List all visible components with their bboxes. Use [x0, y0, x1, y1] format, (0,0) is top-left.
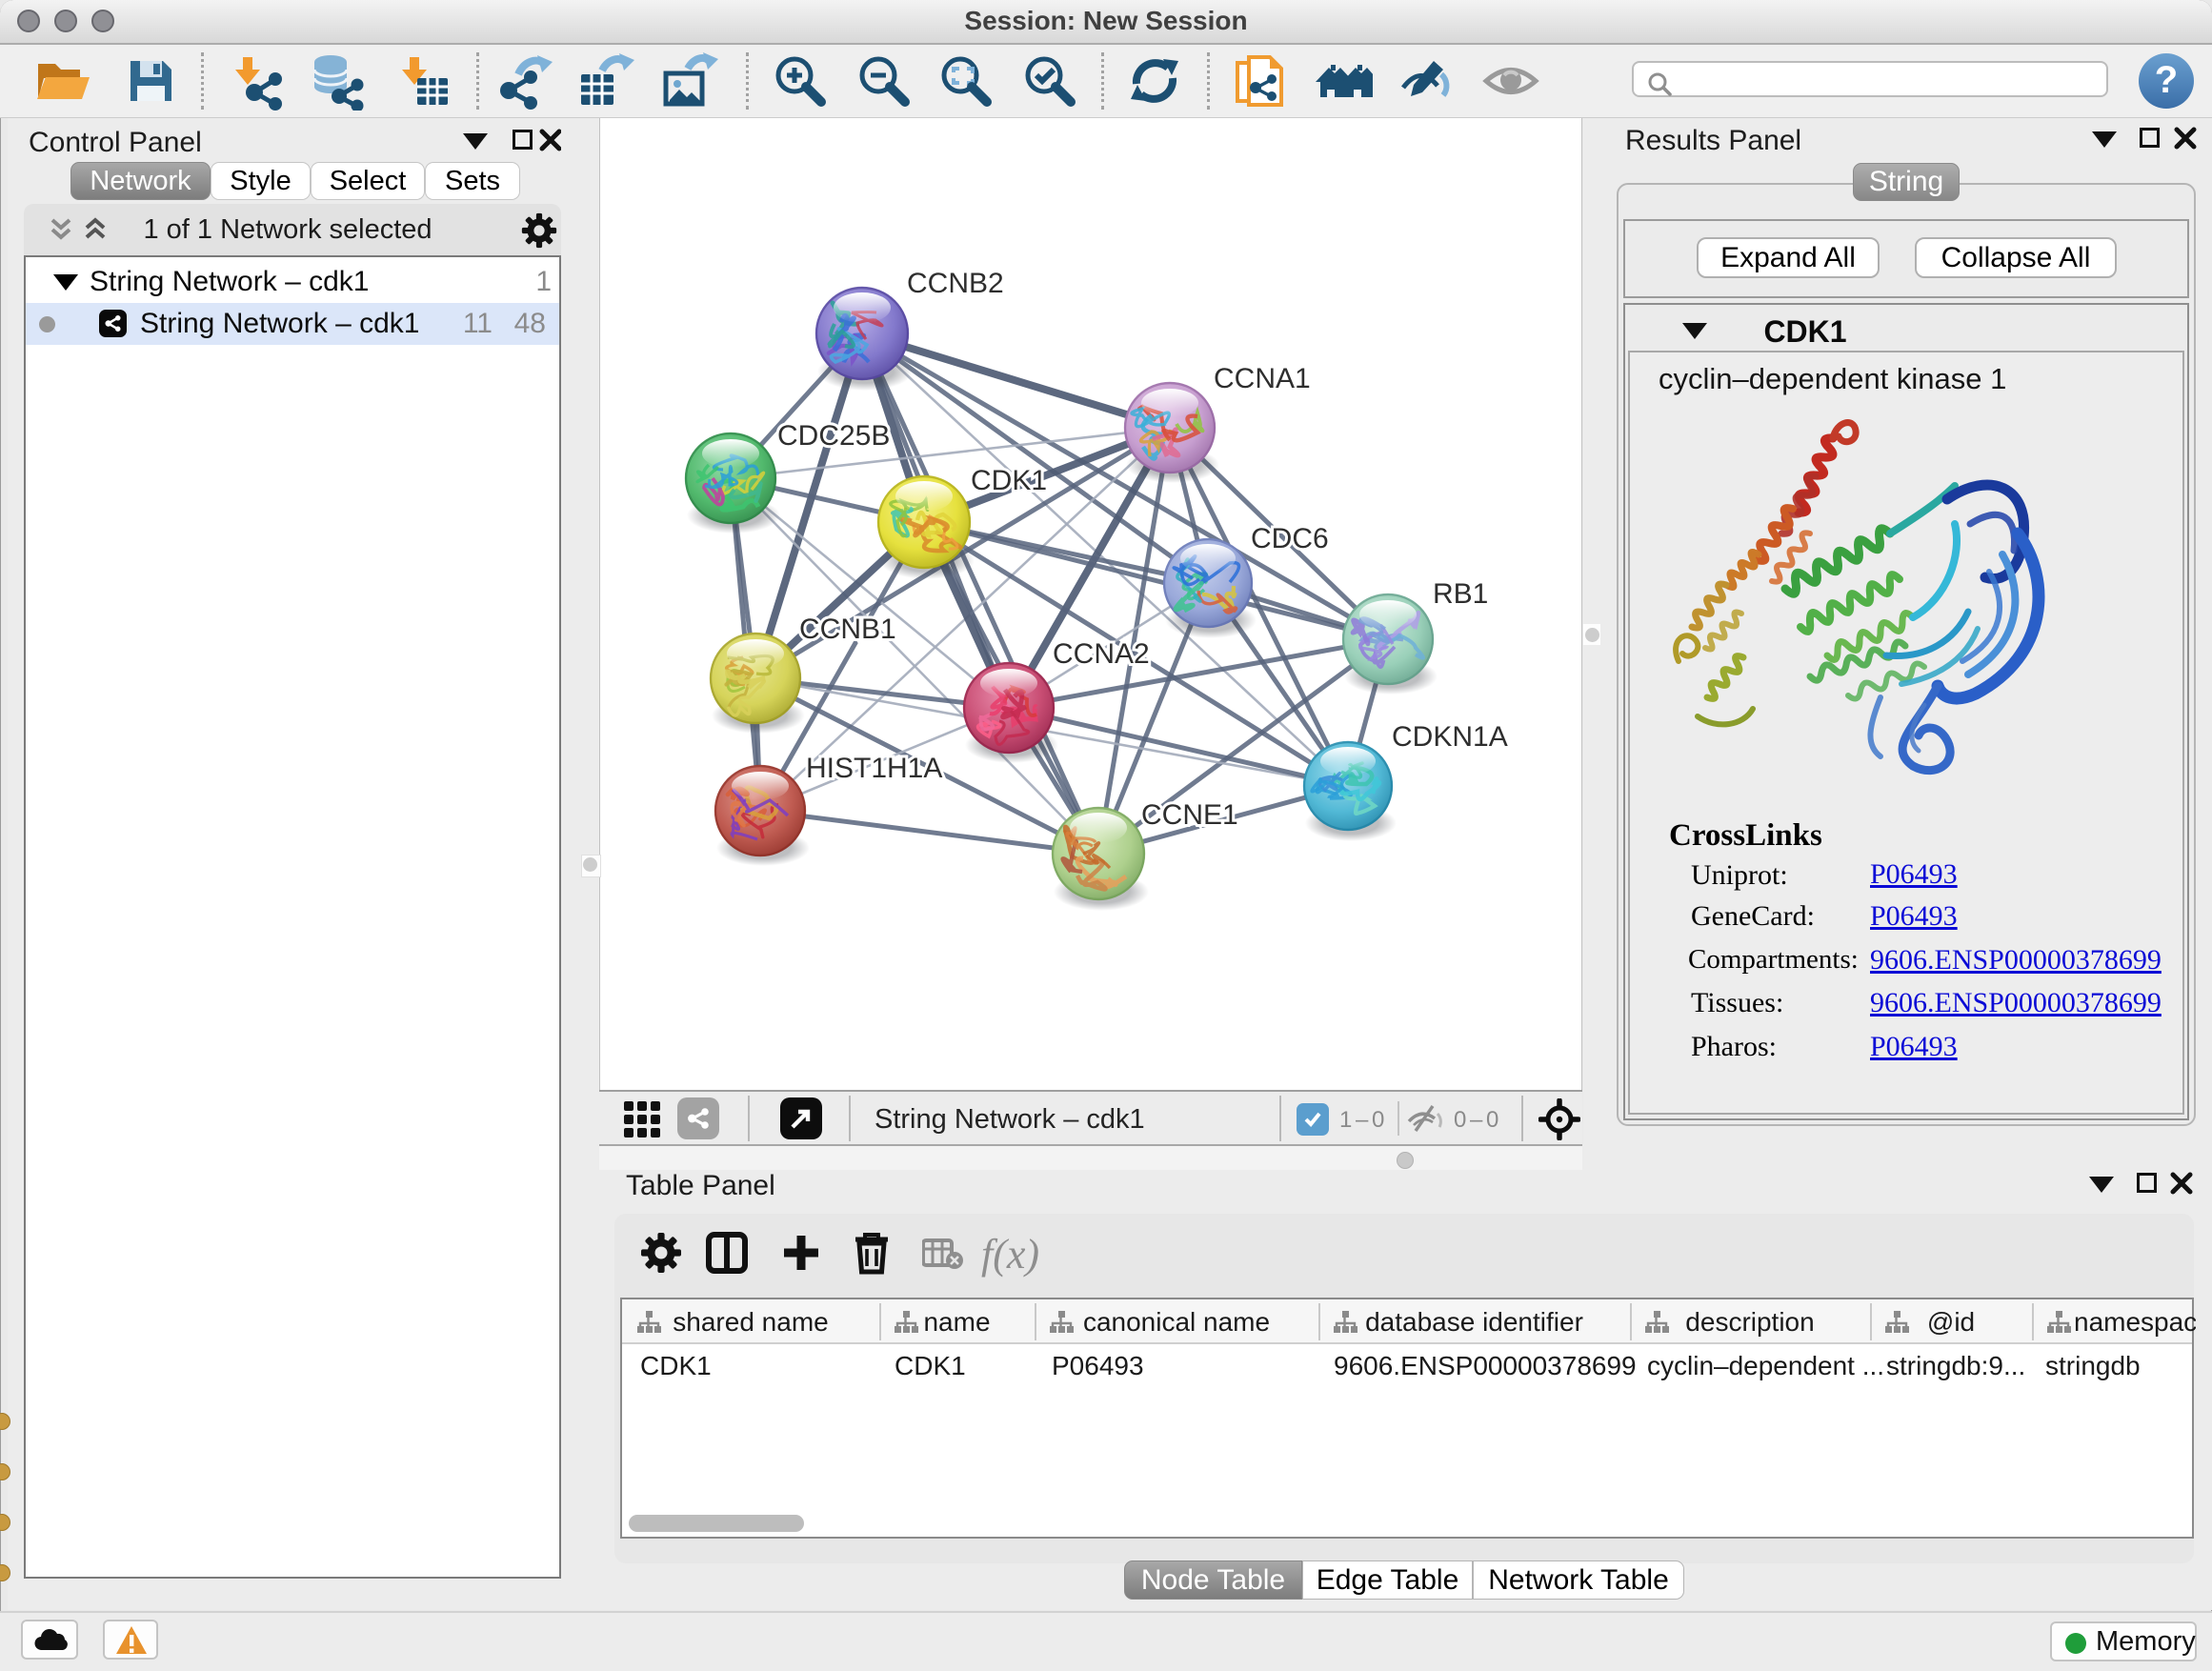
svg-text:CDK1: CDK1 [971, 465, 1047, 496]
svg-text:CCNE1: CCNE1 [1141, 799, 1238, 831]
svg-text:CCNA2: CCNA2 [1053, 638, 1150, 670]
svg-text:HIST1H1A: HIST1H1A [806, 753, 942, 784]
svg-text:CDC25B: CDC25B [777, 420, 890, 452]
svg-text:CCNB1: CCNB1 [799, 614, 896, 645]
svg-text:CCNB2: CCNB2 [907, 268, 1004, 299]
svg-text:CCNA1: CCNA1 [1214, 363, 1311, 394]
svg-text:CDC6: CDC6 [1251, 523, 1329, 554]
svg-text:RB1: RB1 [1433, 578, 1488, 610]
svg-text:CDKN1A: CDKN1A [1392, 721, 1508, 753]
